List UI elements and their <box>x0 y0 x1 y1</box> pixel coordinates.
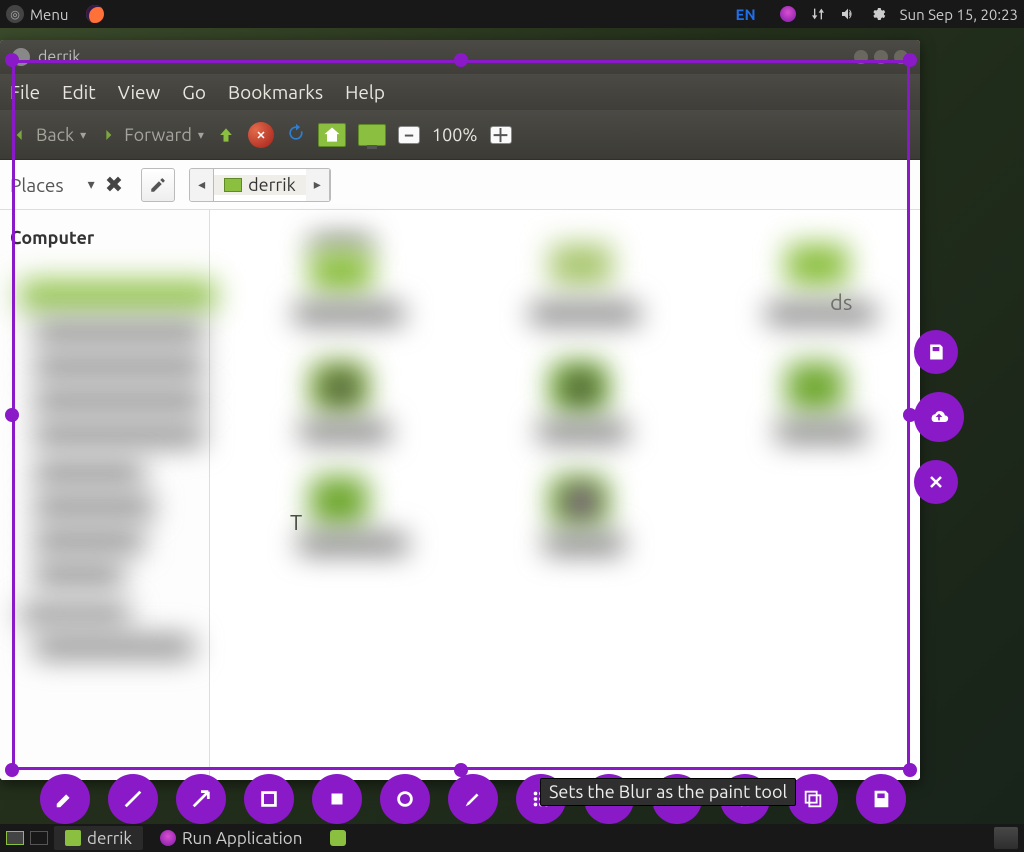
menubar: File Edit View Go Bookmarks Help <box>0 74 920 110</box>
folder-icon <box>65 830 81 846</box>
system-tray: EN Sun Sep 15, 20:23 <box>736 6 1018 23</box>
language-indicator[interactable]: EN <box>736 6 756 23</box>
square-fill-icon <box>326 788 348 810</box>
pencil-tool[interactable] <box>40 774 90 824</box>
clock[interactable]: Sun Sep 15, 20:23 <box>900 6 1018 23</box>
window-minimize[interactable] <box>854 50 868 64</box>
back-label: Back <box>36 125 74 145</box>
ellipse-tool[interactable] <box>380 774 430 824</box>
flame-icon <box>160 830 176 846</box>
volume-icon[interactable] <box>840 6 856 22</box>
line-tool[interactable] <box>108 774 158 824</box>
ubuntu-logo-icon: ◎ <box>6 5 24 23</box>
chevron-down-icon: ▾ <box>88 176 95 193</box>
task-app[interactable] <box>319 826 357 850</box>
folder-content[interactable]: ds T <box>210 210 920 780</box>
menu-go[interactable]: Go <box>182 81 206 103</box>
menu-launcher[interactable]: ◎ Menu <box>6 5 68 23</box>
close-icon <box>926 472 946 492</box>
computer-button[interactable] <box>358 124 386 146</box>
rect-outline-tool[interactable] <box>244 774 294 824</box>
places-label: Places <box>10 174 64 196</box>
top-panel: ◎ Menu EN Sun Sep 15, 20:23 <box>0 0 1024 28</box>
crumb-current[interactable]: derrik <box>214 175 306 195</box>
copy-icon <box>802 788 824 810</box>
pencil-icon <box>54 788 76 810</box>
flame-indicator-icon[interactable] <box>780 6 796 22</box>
save-tool[interactable] <box>856 774 906 824</box>
handle-n[interactable] <box>454 53 468 67</box>
circle-outline-icon <box>394 788 416 810</box>
arrow-icon <box>190 788 212 810</box>
zoom-in-button[interactable]: ＋ <box>490 126 512 144</box>
marker-icon <box>462 788 484 810</box>
home-icon <box>224 178 242 192</box>
firefox-icon[interactable] <box>86 5 104 23</box>
back-dropdown-icon[interactable]: ▾ <box>80 128 86 142</box>
marker-tool[interactable] <box>448 774 498 824</box>
file-manager-window: derrik File Edit View Go Bookmarks Help … <box>0 40 920 780</box>
text-shard-left: T <box>290 510 302 535</box>
cancel-capture-button[interactable] <box>914 460 958 504</box>
handle-nw[interactable] <box>5 53 19 67</box>
sidebar-header: Computer <box>10 228 201 248</box>
save-local-button[interactable] <box>914 330 958 374</box>
handle-w[interactable] <box>5 408 19 422</box>
crumb-label: derrik <box>248 175 296 195</box>
upload-cloud-icon <box>929 407 949 427</box>
places-selector[interactable]: Places ▾ <box>10 174 95 196</box>
save-icon <box>926 342 946 362</box>
text-shard-right: ds <box>830 290 852 315</box>
task-label: Run Application <box>182 829 302 848</box>
line-icon <box>122 788 144 810</box>
arrow-tool[interactable] <box>176 774 226 824</box>
network-icon[interactable] <box>810 6 826 22</box>
menu-help[interactable]: Help <box>345 81 385 103</box>
zoom-out-button[interactable]: − <box>398 126 420 144</box>
taskbar: derrik Run Application <box>0 824 1024 852</box>
forward-button[interactable]: Forward ▾ <box>98 125 204 145</box>
workspace-2[interactable] <box>30 831 48 845</box>
handle-ne[interactable] <box>903 53 917 67</box>
back-button[interactable]: Back ▾ <box>10 125 86 145</box>
window-title: derrik <box>38 48 80 66</box>
upload-button[interactable] <box>914 392 964 442</box>
forward-dropdown-icon[interactable]: ▾ <box>198 128 204 142</box>
edit-path-button[interactable] <box>141 168 175 202</box>
rect-fill-tool[interactable] <box>312 774 362 824</box>
close-panel-icon[interactable]: ✖ <box>105 172 123 198</box>
workspace-1[interactable] <box>6 831 24 845</box>
menu-file[interactable]: File <box>10 81 40 103</box>
task-derrik[interactable]: derrik <box>54 826 143 850</box>
square-outline-icon <box>258 788 280 810</box>
app-icon <box>330 830 346 846</box>
location-bar: Places ▾ ✖ ◂ derrik ▸ <box>0 160 920 210</box>
forward-label: Forward <box>124 125 192 145</box>
trash-icon[interactable] <box>994 827 1018 849</box>
capture-side-actions <box>914 330 964 504</box>
menu-label: Menu <box>30 6 68 23</box>
task-run-app[interactable]: Run Application <box>149 826 313 850</box>
menu-edit[interactable]: Edit <box>62 81 96 103</box>
home-button[interactable] <box>318 123 346 147</box>
stop-button[interactable] <box>248 122 274 148</box>
menu-bookmarks[interactable]: Bookmarks <box>228 81 323 103</box>
breadcrumb: ◂ derrik ▸ <box>189 168 331 202</box>
settings-gear-icon[interactable] <box>870 6 886 22</box>
zoom-level: 100% <box>432 125 478 145</box>
task-label: derrik <box>87 829 132 848</box>
menu-view[interactable]: View <box>118 81 161 103</box>
save-disk-icon <box>870 788 892 810</box>
up-button[interactable] <box>216 125 236 145</box>
window-maximize[interactable] <box>874 50 888 64</box>
handle-sw[interactable] <box>5 763 19 777</box>
crumb-next[interactable]: ▸ <box>306 169 330 201</box>
crumb-prev[interactable]: ◂ <box>190 169 214 201</box>
sidebar: Computer <box>0 210 210 780</box>
reload-button[interactable] <box>286 123 306 147</box>
toolbar: Back ▾ Forward ▾ − 100% ＋ <box>0 110 920 160</box>
tooltip: Sets the Blur as the paint tool <box>540 778 796 806</box>
